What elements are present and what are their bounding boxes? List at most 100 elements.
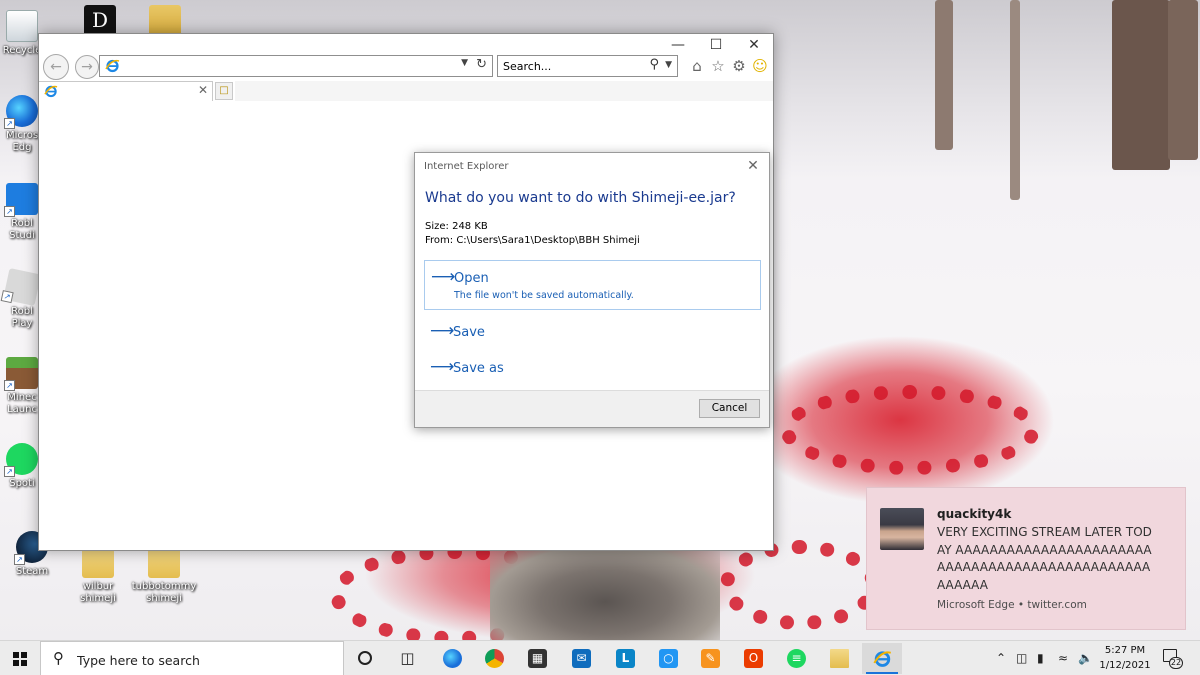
favorites-star-icon[interactable]: ☆ <box>708 56 728 76</box>
search-dropdown-icon[interactable]: ▼ <box>665 60 672 70</box>
edge-icon <box>443 649 462 668</box>
dog-in-snow <box>490 545 720 640</box>
store-icon: ▦ <box>528 649 547 668</box>
wifi-icon[interactable]: ≈ <box>1058 651 1068 665</box>
tab-bar: ✕ □ <box>39 81 773 101</box>
roblox-player-icon: ↗ <box>0 268 41 306</box>
taskbar-l-app[interactable]: L <box>605 643 645 674</box>
app-icon: ○ <box>659 649 678 668</box>
option-description: The file won't be saved automatically. <box>454 290 634 301</box>
back-arrow-icon: ← <box>50 59 62 75</box>
taskbar-file-explorer[interactable] <box>819 643 859 674</box>
arrow-right-icon: ⟶ <box>430 321 455 341</box>
file-explorer-icon <box>830 649 849 668</box>
taskbar-app[interactable]: ○ <box>648 643 688 674</box>
arrow-right-icon: ⟶ <box>431 267 456 287</box>
dialog-heading: What do you want to do with Shimeji-ee.j… <box>425 190 736 206</box>
notification-count: 22 <box>1169 657 1183 669</box>
address-bar[interactable]: ▼ ↻ <box>99 55 493 77</box>
refresh-icon[interactable]: ↻ <box>476 57 487 72</box>
taskbar-mail[interactable]: ✉ <box>561 643 601 674</box>
notification-toast[interactable]: quackity4k VERY EXCITING STREAM LATER TO… <box>866 487 1186 630</box>
internet-explorer-icon <box>44 84 58 101</box>
notification-source: Microsoft Edge • twitter.com <box>937 599 1087 611</box>
home-icon[interactable]: ⌂ <box>687 56 707 76</box>
roblox-studio-icon: ↗ <box>4 183 38 217</box>
desktop-icon-label: tubbotommy <box>131 581 197 592</box>
desktop-icon-label: shimeji <box>80 593 116 604</box>
minecraft-icon: ↗ <box>4 357 38 391</box>
dialog-title: Internet Explorer <box>424 161 509 172</box>
cortana-icon <box>358 651 372 665</box>
recycle-bin-icon <box>6 10 38 42</box>
address-input[interactable] <box>126 58 456 74</box>
start-button[interactable] <box>0 641 40 675</box>
action-center-button[interactable]: 22 <box>1160 649 1183 669</box>
save-option[interactable]: ⟶ Save <box>424 318 761 348</box>
l-app-icon: L <box>616 649 635 668</box>
dialog-close-button[interactable]: ✕ <box>743 157 763 175</box>
desktop-icon-label: wilbur <box>82 581 114 592</box>
task-view-button[interactable]: ◫ <box>387 643 427 674</box>
taskbar: ⚲ ◫ ▦ ✉ L ○ ✎ O ≡ ⌃ ◫ ▮ ≈ 🔈 <box>0 640 1200 675</box>
tree-trunk <box>935 0 953 150</box>
option-label: Open <box>454 271 489 286</box>
new-tab-button[interactable]: □ <box>215 82 233 100</box>
taskbar-spotify[interactable]: ≡ <box>776 643 816 674</box>
feedback-smiley-icon[interactable]: ☺ <box>750 56 770 76</box>
search-box[interactable]: ⚲ ▼ <box>497 55 678 77</box>
volume-icon[interactable]: 🔈 <box>1078 651 1093 665</box>
internet-explorer-icon <box>105 58 120 76</box>
tab-strip <box>235 81 773 101</box>
settings-gear-icon[interactable]: ⚙ <box>729 56 749 76</box>
open-option[interactable]: ⟶ Open The file won't be saved automatic… <box>424 260 761 310</box>
desktop-icon-wilbur-shimeji[interactable]: wilbur shimeji <box>60 546 136 605</box>
back-button[interactable]: ← <box>43 54 69 80</box>
taskbar-edge[interactable] <box>432 643 472 674</box>
taskbar-chrome[interactable] <box>474 643 514 674</box>
battery-icon[interactable]: ▮ <box>1037 651 1044 665</box>
new-tab-icon: □ <box>219 85 229 96</box>
tree-trunk <box>1168 0 1198 160</box>
desktop-icon-label: Steam <box>15 566 49 577</box>
spotify-icon: ↗ <box>4 443 38 477</box>
save-as-option[interactable]: ⟶ Save as <box>424 354 761 384</box>
taskbar-store[interactable]: ▦ <box>517 643 557 674</box>
clock-date: 1/12/2021 <box>1099 660 1151 671</box>
cancel-button[interactable]: Cancel <box>699 399 760 418</box>
cortana-button[interactable] <box>345 643 385 674</box>
taskbar-studio[interactable]: ✎ <box>690 643 730 674</box>
download-dialog: Internet Explorer ✕ What do you want to … <box>414 152 770 428</box>
navigation-bar: ← → ▼ ↻ ⚲ ▼ ⌂ ☆ ⚙ ☺ <box>39 52 773 82</box>
windows-logo-icon <box>13 652 27 666</box>
tab-active[interactable]: ✕ <box>39 81 213 101</box>
search-input[interactable] <box>503 58 633 74</box>
close-icon: ✕ <box>747 158 759 174</box>
notification-sender: quackity4k <box>937 507 1012 521</box>
edge-icon: ↗ <box>4 95 38 129</box>
desktop-icon-tubbotommy-shimeji[interactable]: tubbotommy shimeji <box>126 546 202 605</box>
address-dropdown-icon[interactable]: ▼ <box>461 58 468 68</box>
chrome-icon <box>485 649 504 668</box>
clock[interactable]: 5:27 PM 1/12/2021 <box>1095 643 1155 673</box>
forward-button[interactable]: → <box>75 55 99 79</box>
rose-petals <box>720 540 880 630</box>
taskbar-search[interactable]: ⚲ <box>40 641 344 675</box>
device-icon[interactable]: ◫ <box>1016 651 1027 665</box>
rose-petals <box>780 385 1040 475</box>
arrow-right-icon: ⟶ <box>430 357 455 377</box>
desktop-icon-label: shimeji <box>146 593 182 604</box>
tree-trunk <box>1010 0 1020 200</box>
option-label: Save <box>453 325 485 340</box>
taskbar-internet-explorer[interactable] <box>862 643 902 674</box>
tab-close-icon[interactable]: ✕ <box>198 83 208 97</box>
taskbar-office[interactable]: O <box>733 643 773 674</box>
dialog-footer: Cancel <box>415 390 769 427</box>
forward-arrow-icon: → <box>81 59 93 75</box>
search-icon[interactable]: ⚲ <box>649 57 659 72</box>
file-source-text: From: C:\Users\Sara1\Desktop\BBH Shimeji <box>425 235 640 246</box>
taskbar-search-input[interactable] <box>77 651 327 669</box>
chevron-up-icon[interactable]: ⌃ <box>996 651 1006 665</box>
mail-icon: ✉ <box>572 649 591 668</box>
file-size-text: Size: 248 KB <box>425 221 488 232</box>
